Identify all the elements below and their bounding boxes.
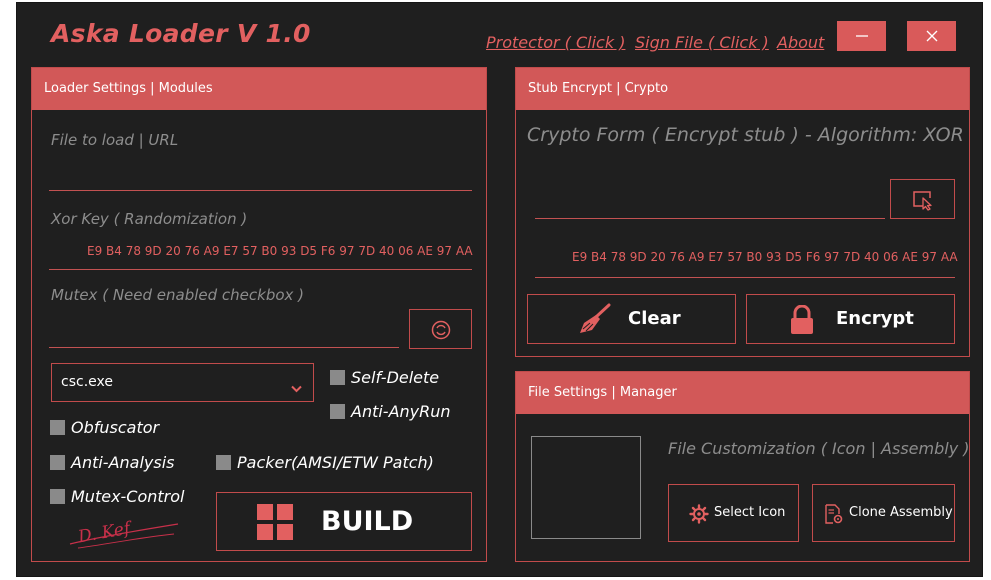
author-signature: D. Kef (66, 514, 186, 554)
packer-checkbox[interactable]: Packer(AMSI/ETW Patch) (216, 453, 434, 472)
loader-settings-panel: Loader Settings | Modules File to load |… (31, 67, 487, 562)
xor-key-value: E9 B4 78 9D 20 76 A9 E7 57 B0 93 D5 F6 9… (87, 244, 473, 258)
loader-settings-header: Loader Settings | Modules (32, 68, 486, 110)
obfuscator-checkbox-box (50, 420, 65, 435)
xor-key-underline (49, 269, 472, 270)
self-delete-checkbox[interactable]: Self-Delete (330, 368, 439, 387)
stub-encrypt-panel: Stub Encrypt | Crypto Crypto Form ( Encr… (515, 67, 970, 357)
encrypt-button[interactable]: Encrypt (746, 294, 955, 344)
file-customization-label: File Customization ( Icon | Assembly ) (668, 439, 970, 458)
close-icon (907, 21, 956, 51)
process-select[interactable]: csc.exe (51, 363, 314, 402)
anti-analysis-checkbox[interactable]: Anti-Analysis (50, 453, 175, 472)
minimize-button[interactable] (837, 21, 886, 51)
obfuscator-checkbox[interactable]: Obfuscator (50, 418, 159, 437)
file-settings-header: File Settings | Manager (516, 372, 969, 414)
protector-link[interactable]: Protector ( Click ) (486, 33, 625, 52)
self-delete-checkbox-box (330, 370, 345, 385)
xor-key-label: Xor Key ( Randomization ) (51, 210, 248, 228)
obfuscator-label: Obfuscator (71, 418, 160, 437)
mutex-control-checkbox-box (50, 489, 65, 504)
assembly-settings-icon (824, 503, 844, 529)
select-icon-button[interactable]: Select Icon (668, 484, 799, 542)
app-title: Aska Loader V 1.0 (51, 19, 311, 48)
icon-preview (531, 436, 641, 539)
anti-analysis-checkbox-box (50, 455, 65, 470)
clone-assembly-button[interactable]: Clone Assembly (812, 484, 955, 542)
cursor-select-icon (911, 189, 935, 215)
clear-button[interactable]: Clear (527, 294, 736, 344)
file-settings-panel: File Settings | Manager File Customizati… (515, 371, 970, 562)
mutex-input[interactable]: Mutex ( Need enabled checkbox ) (51, 286, 304, 304)
about-link[interactable]: About (777, 33, 824, 52)
anti-anyrun-checkbox[interactable]: Anti-AnyRun (330, 402, 451, 421)
process-select-value: csc.exe (61, 374, 113, 390)
encrypt-label: Encrypt (836, 308, 914, 329)
build-button[interactable]: BUILD (216, 492, 472, 551)
mutex-control-label: Mutex-Control (71, 487, 185, 506)
anti-anyrun-checkbox-box (330, 404, 345, 419)
mutex-input-underline (49, 347, 399, 348)
clear-label: Clear (628, 308, 681, 329)
close-button[interactable] (907, 21, 956, 51)
chevron-down-icon (291, 378, 302, 397)
stub-key-value: E9 B4 78 9D 20 76 A9 E7 57 B0 93 D5 F6 9… (572, 250, 958, 264)
gear-icon (689, 504, 709, 528)
generate-mutex-button[interactable] (409, 309, 472, 349)
anti-anyrun-label: Anti-AnyRun (351, 402, 451, 421)
mutex-control-checkbox[interactable]: Mutex-Control (50, 487, 185, 506)
select-icon-label: Select Icon (714, 505, 786, 520)
refresh-icon (430, 319, 452, 345)
self-delete-label: Self-Delete (351, 368, 440, 387)
minimize-icon (837, 21, 886, 51)
windows-logo-icon (257, 504, 293, 544)
anti-analysis-label: Anti-Analysis (71, 453, 175, 472)
packer-label: Packer(AMSI/ETW Patch) (237, 453, 434, 472)
lock-icon (789, 304, 815, 339)
crypto-form-label: Crypto Form ( Encrypt stub ) - Algorithm… (527, 124, 964, 146)
file-input-underline (49, 190, 472, 191)
clone-assembly-label: Clone Assembly (849, 505, 953, 520)
broom-icon (578, 303, 612, 339)
browse-stub-button[interactable] (890, 179, 955, 219)
packer-checkbox-box (216, 455, 231, 470)
stub-key-underline (535, 277, 955, 278)
file-to-load-input[interactable]: File to load | URL (51, 131, 178, 149)
stub-encrypt-header: Stub Encrypt | Crypto (516, 68, 969, 110)
sign-file-link[interactable]: Sign File ( Click ) (635, 33, 769, 52)
crypto-input-underline[interactable] (535, 218, 885, 219)
build-label: BUILD (321, 506, 414, 537)
app-window: Aska Loader V 1.0 Protector ( Click ) Si… (17, 3, 982, 576)
